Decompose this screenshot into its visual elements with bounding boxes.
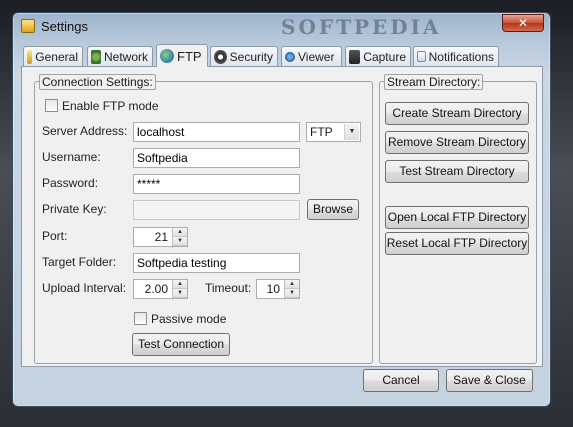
upload-interval-value: 2.00: [144, 282, 168, 296]
test-connection-button[interactable]: Test Connection: [132, 333, 230, 356]
tab-security[interactable]: Security: [210, 46, 278, 66]
spin-down-icon[interactable]: ▼: [285, 289, 299, 298]
target-folder-input[interactable]: [133, 253, 300, 273]
close-button[interactable]: ✕: [502, 14, 544, 32]
ftp-globe-icon: [160, 49, 174, 63]
create-stream-directory-button[interactable]: Create Stream Directory: [385, 102, 529, 125]
private-key-label: Private Key:: [42, 202, 107, 216]
network-icon: [91, 49, 101, 64]
timeout-label: Timeout:: [205, 281, 252, 295]
protocol-select[interactable]: FTP ▼: [306, 122, 361, 142]
port-value: 21: [154, 230, 168, 244]
spin-down-icon[interactable]: ▼: [173, 237, 187, 246]
shield-icon: [214, 49, 227, 64]
spin-up-icon[interactable]: ▲: [285, 280, 299, 289]
username-label: Username:: [42, 150, 101, 164]
enable-ftp-checkbox[interactable]: [45, 99, 58, 112]
tab-general[interactable]: General: [23, 46, 83, 66]
tab-label: General: [35, 49, 78, 64]
open-local-ftp-directory-button[interactable]: Open Local FTP Directory: [385, 206, 529, 229]
connection-settings-label: Connection Settings:: [39, 74, 156, 90]
port-spin[interactable]: ▲ ▼: [172, 228, 187, 248]
tab-label: Capture: [363, 49, 406, 64]
timeout-spin[interactable]: ▲ ▼: [284, 280, 299, 300]
tab-label: FTP: [177, 48, 202, 64]
server-address-label: Server Address:: [42, 124, 128, 138]
port-label: Port:: [42, 229, 68, 243]
tab-viewer[interactable]: Viewer: [281, 46, 342, 66]
upload-interval-stepper[interactable]: 2.00 ▲ ▼: [133, 279, 188, 300]
stream-directory-label: Stream Directory:: [384, 74, 484, 90]
window-title: Settings: [41, 19, 88, 34]
protocol-value: FTP: [310, 125, 333, 139]
reset-local-ftp-directory-button[interactable]: Reset Local FTP Directory: [385, 232, 529, 255]
ftp-tab-panel: Connection Settings: Enable FTP mode Ser…: [21, 66, 543, 367]
test-stream-directory-button[interactable]: Test Stream Directory: [385, 160, 529, 183]
notifications-icon: [417, 51, 426, 62]
watermark-text: SOFTPEDIA: [281, 15, 442, 39]
viewer-icon: [285, 51, 295, 62]
password-input[interactable]: [133, 174, 300, 194]
spin-up-icon[interactable]: ▲: [173, 280, 187, 289]
tab-label: Notifications: [428, 49, 494, 64]
tab-label: Network: [103, 49, 148, 64]
title-bar[interactable]: Settings SOFTPEDIA ✕: [13, 13, 550, 41]
upload-spin[interactable]: ▲ ▼: [172, 280, 187, 300]
target-folder-label: Target Folder:: [42, 255, 117, 269]
timeout-value: 10: [266, 282, 280, 296]
tab-label: Security: [229, 49, 273, 64]
settings-app-icon: [21, 19, 35, 33]
passive-mode-label: Passive mode: [151, 312, 227, 326]
capture-icon: [349, 49, 361, 64]
server-address-input[interactable]: [133, 122, 300, 142]
tab-network[interactable]: Network: [87, 46, 153, 66]
username-input[interactable]: [133, 148, 300, 168]
passive-mode-checkbox[interactable]: [134, 312, 147, 325]
general-icon: [27, 49, 33, 64]
cancel-button[interactable]: Cancel: [363, 369, 439, 392]
settings-window: Settings SOFTPEDIA ✕ General Network FTP…: [12, 12, 551, 407]
timeout-stepper[interactable]: 10 ▲ ▼: [256, 279, 300, 300]
private-key-input: [133, 200, 300, 220]
tab-notifications[interactable]: Notifications: [413, 46, 499, 66]
password-label: Password:: [42, 176, 99, 190]
tab-label: Viewer: [298, 49, 335, 64]
remove-stream-directory-button[interactable]: Remove Stream Directory: [385, 131, 529, 154]
spin-down-icon[interactable]: ▼: [173, 289, 187, 298]
save-close-button[interactable]: Save & Close: [446, 369, 533, 392]
tab-capture[interactable]: Capture: [345, 46, 411, 66]
upload-interval-label: Upload Interval:: [42, 281, 127, 295]
browse-button[interactable]: Browse: [307, 199, 359, 220]
port-stepper[interactable]: 21 ▲ ▼: [133, 227, 188, 248]
chevron-down-icon[interactable]: ▼: [344, 124, 359, 140]
connection-settings-group: Connection Settings: Enable FTP mode Ser…: [34, 74, 373, 364]
spin-up-icon[interactable]: ▲: [173, 228, 187, 237]
stream-directory-group: Stream Directory: Create Stream Director…: [379, 74, 537, 364]
enable-ftp-label: Enable FTP mode: [62, 99, 159, 113]
tab-ftp[interactable]: FTP: [156, 44, 208, 67]
